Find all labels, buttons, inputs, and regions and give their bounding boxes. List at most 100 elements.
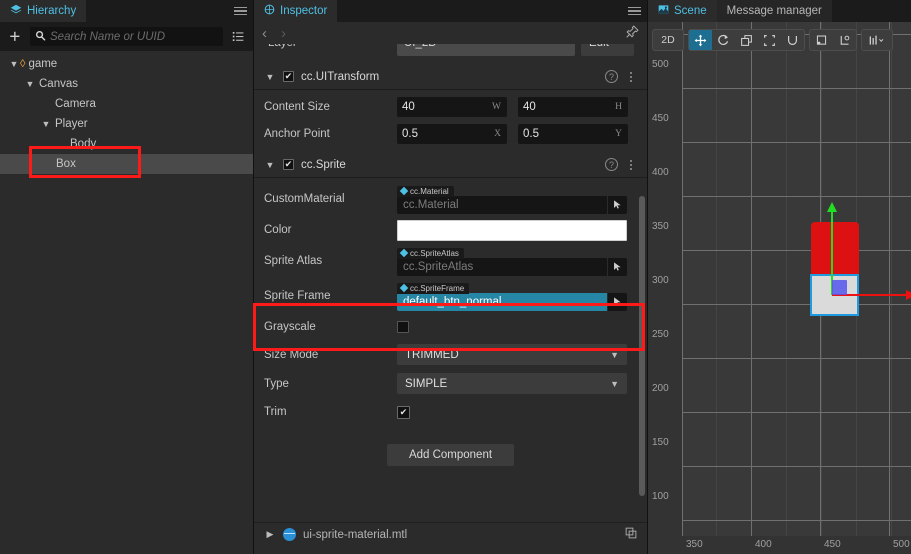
toolbar-rect-tool[interactable] [758, 29, 781, 51]
grayscale-checkbox[interactable] [397, 321, 409, 333]
component-header-uitransform[interactable]: ▼ cc.UITransform ? [254, 64, 647, 90]
ruler-x-label: 500 [893, 539, 910, 550]
grid-minor-line [786, 22, 787, 536]
hierarchy-tree: ▼ ◊ game ▼ Canvas Camera ▼ Player Body [0, 51, 253, 554]
hierarchy-panel: Hierarchy Search Name or UUID [0, 0, 254, 554]
tab-scene[interactable]: Scene [648, 0, 717, 22]
tree-node-player[interactable]: ▼ Player [0, 114, 253, 134]
property-label: Sprite Frame [264, 290, 397, 302]
back-icon[interactable]: ‹ [262, 25, 267, 42]
chevron-down-icon[interactable]: ▼ [24, 78, 36, 90]
add-node-icon[interactable] [6, 28, 24, 46]
flame-icon: ◊ [20, 58, 25, 70]
tree-node-box[interactable]: Box [0, 154, 253, 174]
content-size-w-suffix: W [492, 102, 501, 112]
toolbar-gizmo-settings[interactable] [862, 29, 892, 51]
ruler-y-label: 150 [652, 437, 669, 448]
layer-value-field[interactable]: UI_2D [397, 44, 575, 56]
tree-node-body[interactable]: Body [0, 134, 253, 154]
inspector-body: Layer UI_2D Edit ▼ cc.UITransform ? Cont… [254, 44, 647, 554]
asset-picker-icon[interactable] [607, 293, 627, 311]
ruler-y-label: 350 [652, 221, 669, 232]
tree-node-camera[interactable]: Camera [0, 94, 253, 114]
chevron-down-icon[interactable]: ▼ [8, 58, 20, 70]
tab-hierarchy[interactable]: Hierarchy [0, 0, 86, 22]
component-enabled-checkbox[interactable] [283, 159, 294, 170]
asset-input-group[interactable]: default_btn_normal [397, 293, 627, 311]
component-name: cc.Sprite [301, 159, 346, 171]
component-enabled-checkbox[interactable] [283, 71, 294, 82]
toolbar-scale-tool[interactable] [735, 29, 758, 51]
chevron-down-icon[interactable]: ▼ [40, 118, 52, 130]
inspector-nav: ‹ › [254, 22, 647, 44]
toolbar-2d-toggle[interactable]: 2D [653, 29, 683, 51]
sprite-atlas-value[interactable]: cc.SpriteAtlas [397, 258, 607, 276]
layer-label: Layer [268, 44, 297, 49]
grid-line-y [648, 88, 911, 89]
pin-icon[interactable] [626, 25, 639, 41]
toolbar-rotate-tool[interactable] [712, 29, 735, 51]
toolbar-move-tool[interactable] [689, 29, 712, 51]
anchor-point-x-input[interactable]: 0.5 X [397, 124, 507, 144]
grid-line-x [889, 22, 890, 536]
hierarchy-menu-icon[interactable] [227, 0, 253, 22]
ruler-x-label: 450 [824, 539, 841, 550]
tree-node-label: Camera [55, 98, 96, 110]
kebab-icon[interactable] [625, 72, 637, 82]
sprite-frame-value[interactable]: default_btn_normal [397, 293, 607, 311]
search-input[interactable]: Search Name or UUID [30, 27, 223, 46]
ruler-horizontal: 350 400 450 500 [648, 536, 911, 554]
inspector-icon [264, 4, 275, 18]
toolbar-magnet-tool[interactable] [781, 29, 804, 51]
inspector-scrollbar[interactable] [639, 196, 645, 496]
gizmo-center-handle[interactable] [832, 280, 847, 295]
help-icon[interactable]: ? [605, 70, 618, 83]
add-component-button[interactable]: Add Component [387, 444, 514, 466]
type-select[interactable]: SIMPLE ▼ [397, 373, 627, 394]
component-header-sprite[interactable]: ▼ cc.Sprite ? [254, 152, 647, 178]
trim-checkbox[interactable] [397, 406, 410, 419]
tab-inspector[interactable]: Inspector [254, 0, 337, 22]
custom-material-value[interactable]: cc.Material [397, 196, 607, 214]
content-size-h-input[interactable]: 40 H [518, 97, 628, 117]
toolbar-coord-toggle[interactable] [833, 29, 856, 51]
help-icon[interactable]: ? [605, 158, 618, 171]
chevron-down-icon[interactable]: ▼ [264, 71, 276, 83]
asset-picker-icon[interactable] [607, 258, 627, 276]
grid-minor-line [716, 22, 717, 536]
sprite-frame-field[interactable]: cc.SpriteFrame default_btn_normal [397, 283, 637, 310]
tree-node-game[interactable]: ▼ ◊ game [0, 54, 253, 74]
content-size-w-input[interactable]: 40 W [397, 97, 507, 117]
asset-input-group[interactable]: cc.Material [397, 196, 627, 214]
chevron-right-icon[interactable]: ▶ [264, 529, 276, 541]
kebab-icon[interactable] [625, 160, 637, 170]
custom-material-field[interactable]: cc.Material cc.Material [397, 186, 637, 213]
toolbar-pivot-toggle[interactable] [810, 29, 833, 51]
size-mode-select[interactable]: TRIMMED ▼ [397, 344, 627, 365]
color-swatch[interactable] [397, 220, 627, 241]
list-filter-icon[interactable] [229, 28, 247, 46]
anchor-point-y-input[interactable]: 0.5 Y [518, 124, 628, 144]
ruler-x-label: 400 [755, 539, 772, 550]
layer-value: UI_2D [404, 44, 437, 49]
forward-icon[interactable]: › [281, 25, 286, 42]
ruler-y-label: 100 [652, 491, 669, 502]
layer-row-clipped[interactable]: Layer UI_2D Edit [254, 44, 647, 58]
layer-edit-button[interactable]: Edit [581, 44, 634, 56]
inspector-menu-icon[interactable] [621, 0, 647, 22]
asset-picker-icon[interactable] [607, 196, 627, 214]
scene-object-red-sprite[interactable] [811, 222, 859, 277]
sprite-atlas-field[interactable]: cc.SpriteAtlas cc.SpriteAtlas [397, 248, 637, 275]
material-row[interactable]: ▶ ui-sprite-material.mtl [254, 522, 647, 546]
material-name: ui-sprite-material.mtl [303, 529, 407, 541]
tab-message-manager[interactable]: Message manager [717, 0, 832, 22]
property-row-custom-material: CustomMaterial cc.Material cc.Material [254, 182, 647, 216]
tree-node-canvas[interactable]: ▼ Canvas [0, 74, 253, 94]
grid-line-x [682, 22, 683, 536]
chevron-down-icon[interactable]: ▼ [264, 159, 276, 171]
scene-viewport[interactable]: 500 450 400 350 300 250 200 150 100 350 … [648, 22, 911, 554]
asset-input-group[interactable]: cc.SpriteAtlas [397, 258, 627, 276]
ruler-x-label: 350 [686, 539, 703, 550]
tab-message-manager-label: Message manager [727, 5, 822, 17]
copy-icon[interactable] [625, 527, 637, 542]
